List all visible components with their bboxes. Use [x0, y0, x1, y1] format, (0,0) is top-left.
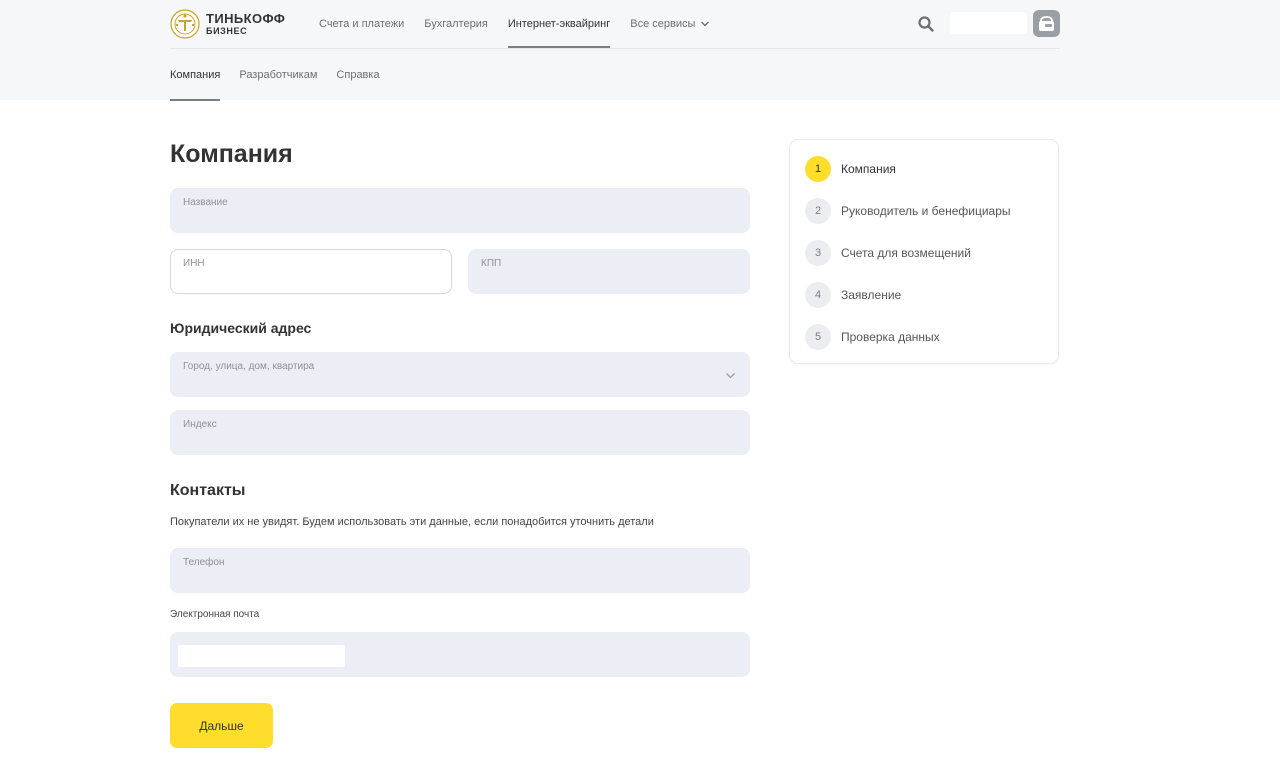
step-number: 1	[805, 156, 831, 182]
topnav-label: Счета и платежи	[319, 18, 405, 30]
field-label: ИНН	[183, 258, 205, 269]
topnav-item-accounting[interactable]: Бухгалтерия	[424, 0, 488, 48]
field-label: Индекс	[183, 419, 217, 430]
topnav-label: Бухгалтерия	[424, 18, 488, 30]
step-label: Проверка данных	[841, 330, 940, 344]
phone-field[interactable]: Телефон	[170, 548, 750, 593]
step-management[interactable]: 2 Руководитель и бенефициары	[805, 198, 1011, 224]
topnav-label: Интернет-эквайринг	[507, 18, 611, 30]
sub-navigation: Компания Разработчикам Справка	[170, 49, 399, 101]
inn-field[interactable]: ИНН	[170, 249, 452, 294]
step-application[interactable]: 4 Заявление	[805, 282, 901, 308]
user-name-box[interactable]	[950, 12, 1027, 34]
page-title: Компания	[170, 140, 293, 168]
contacts-title: Контакты	[170, 482, 246, 499]
subnav-item-developers[interactable]: Разработчикам	[239, 49, 317, 101]
email-label: Электронная почта	[170, 609, 260, 620]
email-value-box	[178, 645, 345, 667]
logo[interactable]: ТИНЬКОФФ БИЗНЕС	[170, 9, 285, 39]
topnav-label: Все сервисы	[630, 18, 696, 30]
subnav-item-help[interactable]: Справка	[336, 49, 379, 101]
step-company[interactable]: 1 Компания	[805, 156, 896, 182]
legal-address-title: Юридический адрес	[170, 320, 312, 336]
logo-text: ТИНЬКОФФ БИЗНЕС	[206, 12, 285, 36]
step-number: 4	[805, 282, 831, 308]
email-field[interactable]	[170, 632, 750, 677]
subnav-label: Компания	[170, 69, 221, 81]
postal-index-field[interactable]: Индекс	[170, 410, 750, 455]
address-select[interactable]: Город, улица, дом, квартира	[170, 352, 750, 397]
topnav-item-all-services[interactable]: Все сервисы	[630, 0, 710, 48]
subnav-label: Справка	[336, 69, 380, 81]
chevron-down-icon	[701, 21, 710, 27]
field-label: Телефон	[183, 557, 225, 568]
step-number: 2	[805, 198, 831, 224]
step-number: 3	[805, 240, 831, 266]
header: ТИНЬКОФФ БИЗНЕС Счета и платежи Бухгалте…	[0, 0, 1280, 101]
logo-emblem-icon	[170, 9, 200, 39]
brand-title: ТИНЬКОФФ	[206, 11, 286, 26]
kpp-field[interactable]: КПП	[468, 249, 750, 294]
step-label: Компания	[841, 162, 896, 176]
account-icon[interactable]	[1033, 10, 1060, 37]
contacts-description: Покупатели их не увидят. Будем использов…	[170, 516, 654, 528]
step-accounts[interactable]: 3 Счета для возмещений	[805, 240, 971, 266]
step-label: Счета для возмещений	[841, 246, 971, 260]
step-label: Заявление	[841, 288, 902, 302]
chevron-down-icon	[726, 373, 735, 379]
field-label: КПП	[481, 258, 502, 269]
step-label: Руководитель и бенефициары	[841, 204, 1011, 218]
topnav-item-acquiring[interactable]: Интернет-эквайринг	[507, 0, 611, 48]
subnav-item-company[interactable]: Компания	[170, 49, 221, 101]
field-label: Название	[183, 197, 228, 208]
field-label: Город, улица, дом, квартира	[183, 361, 315, 372]
steps-card: 1 Компания 2 Руководитель и бенефициары …	[789, 139, 1059, 364]
subnav-label: Разработчикам	[239, 69, 318, 81]
top-navigation: Счета и платежи Бухгалтерия Интернет-экв…	[319, 0, 730, 48]
step-number: 5	[805, 324, 831, 350]
topnav-item-accounts[interactable]: Счета и платежи	[319, 0, 404, 48]
search-icon[interactable]	[917, 15, 935, 33]
company-name-field[interactable]: Название	[170, 188, 750, 233]
step-review[interactable]: 5 Проверка данных	[805, 324, 940, 350]
next-button[interactable]: Дальше	[170, 703, 273, 748]
brand-subtitle: БИЗНЕС	[206, 26, 248, 36]
